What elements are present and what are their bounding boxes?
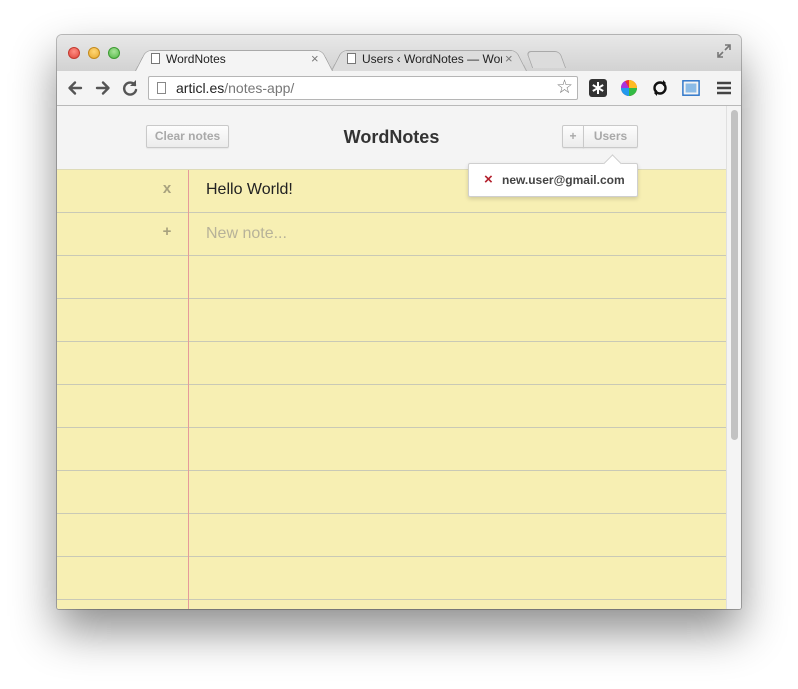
hamburger-menu-icon[interactable]	[715, 79, 733, 97]
empty-note-row	[57, 428, 726, 471]
user-email: new.user@gmail.com	[502, 173, 625, 187]
reload-icon[interactable]	[120, 78, 140, 98]
url-host: articl.es	[176, 80, 225, 96]
page-icon	[151, 53, 160, 64]
empty-note-row	[57, 299, 726, 342]
empty-note-row	[57, 471, 726, 514]
back-arrow-icon[interactable]	[65, 78, 85, 98]
window-close-button[interactable]	[68, 47, 80, 59]
tab-close-icon[interactable]: ×	[311, 47, 319, 71]
add-note-icon[interactable]: +	[160, 223, 174, 240]
add-user-button[interactable]: +	[562, 125, 584, 148]
color-wheel-icon[interactable]	[620, 79, 638, 97]
empty-note-row	[57, 342, 726, 385]
delete-note-icon[interactable]: x	[160, 180, 174, 197]
page-scrollbar[interactable]	[726, 106, 741, 609]
empty-note-row	[57, 600, 726, 609]
tab-wordnotes[interactable]: WordNotes ×	[135, 47, 333, 71]
notes-list: x Hello World! +	[57, 170, 726, 609]
users-dropdown: × new.user@gmail.com	[468, 154, 638, 197]
tab-wordnotes-label: WordNotes	[166, 52, 226, 66]
sync-icon[interactable]	[651, 79, 669, 97]
page-icon	[157, 82, 166, 94]
browser-window: Users ‹ WordNotes — Word × WordNotes × a…	[57, 35, 741, 609]
screen-capture-icon[interactable]	[682, 79, 700, 97]
page-icon	[347, 53, 356, 64]
page-content: Clear notes WordNotes + Users × new.user…	[57, 106, 726, 609]
empty-note-row	[57, 385, 726, 428]
browser-toolbar: articl.es/notes-app/ ☆	[57, 71, 741, 106]
star-icon[interactable]: ☆	[556, 78, 573, 98]
fullscreen-icon[interactable]	[717, 44, 731, 58]
scrollbar-thumb[interactable]	[731, 110, 738, 440]
new-tab-button[interactable]	[525, 51, 567, 68]
window-minimize-button[interactable]	[88, 47, 100, 59]
tab-close-icon[interactable]: ×	[505, 47, 513, 71]
margin-line	[188, 170, 189, 609]
app-header: Clear notes WordNotes + Users	[57, 106, 726, 170]
forward-arrow-icon[interactable]	[93, 78, 113, 98]
window-zoom-button[interactable]	[108, 47, 120, 59]
remove-user-icon[interactable]: ×	[484, 172, 493, 188]
note-text[interactable]: Hello World!	[206, 181, 293, 199]
url-path: /notes-app/	[224, 80, 295, 96]
empty-note-row	[57, 514, 726, 557]
empty-note-row	[57, 256, 726, 299]
empty-note-row	[57, 557, 726, 600]
new-note-row: +	[57, 213, 726, 256]
address-bar[interactable]: articl.es/notes-app/ ☆	[148, 76, 578, 100]
new-note-input[interactable]	[206, 222, 606, 246]
tab-users-label: Users ‹ WordNotes — Word	[362, 52, 502, 66]
extension-asterisk-icon[interactable]	[589, 79, 607, 97]
url-text[interactable]: articl.es/notes-app/	[176, 80, 294, 96]
tab-users[interactable]: Users ‹ WordNotes — Word ×	[331, 47, 527, 71]
users-button[interactable]: Users	[583, 125, 638, 148]
tab-strip: Users ‹ WordNotes — Word × WordNotes ×	[57, 35, 741, 71]
